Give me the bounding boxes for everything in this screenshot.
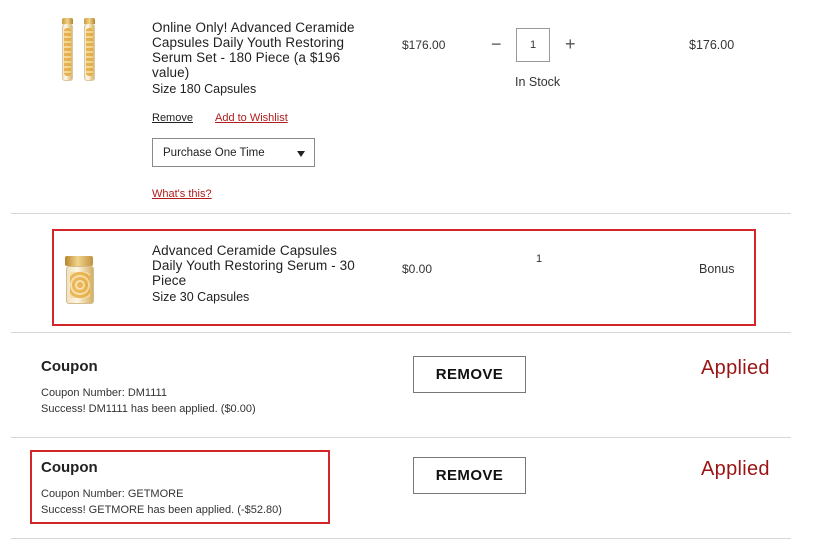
divider [11,332,791,333]
unit-price: $176.00 [402,38,446,52]
whats-this-link[interactable]: What's this? [152,188,212,200]
product-size: Size 180 Capsules [152,82,257,96]
line-total: $176.00 [689,38,735,52]
coupon-status: Applied [701,357,770,379]
caret-down-icon [297,151,305,157]
product-image-180-piece[interactable] [58,17,104,83]
product-size: Size 30 Capsules [152,290,250,304]
coupon-status: Applied [701,458,770,480]
divider [11,213,791,214]
divider [11,437,791,438]
add-to-wishlist-link[interactable]: Add to Wishlist [215,112,288,124]
coupon-message: Success! GETMORE has been applied. (-$52… [41,504,282,516]
remove-coupon-button[interactable]: REMOVE [413,356,526,393]
unit-price: $0.00 [402,262,433,276]
purchase-option-select[interactable]: Purchase One Time [152,138,315,167]
product-name[interactable]: Online Only! Advanced Ceramide Capsules … [152,20,367,80]
qty-increase-button[interactable]: + [565,35,576,53]
quantity-input[interactable]: 1 [516,28,550,62]
stock-status: In Stock [515,75,561,89]
divider [11,538,791,539]
purchase-option-value: Purchase One Time [163,146,265,159]
coupon-number: Coupon Number: DM1111 [41,387,167,399]
coupon-title: Coupon [41,459,98,476]
quantity-value: 1 [536,253,543,265]
capsule-jar-icon [66,266,94,304]
capsule-vial-icon [84,18,95,81]
capsule-vial-icon [62,18,73,81]
product-name[interactable]: Advanced Ceramide Capsules Daily Youth R… [152,243,367,288]
coupon-number: Coupon Number: GETMORE [41,488,184,500]
coupon-message: Success! DM1111 has been applied. ($0.00… [41,403,256,415]
remove-coupon-button[interactable]: REMOVE [413,457,526,494]
jar-cap-icon [65,256,93,266]
product-image-30-piece[interactable] [62,250,96,312]
quantity-value: 1 [529,39,537,51]
line-total: Bonus [699,262,735,276]
coupon-title: Coupon [41,358,98,375]
remove-link[interactable]: Remove [152,112,193,124]
qty-decrease-button[interactable]: − [491,35,502,53]
